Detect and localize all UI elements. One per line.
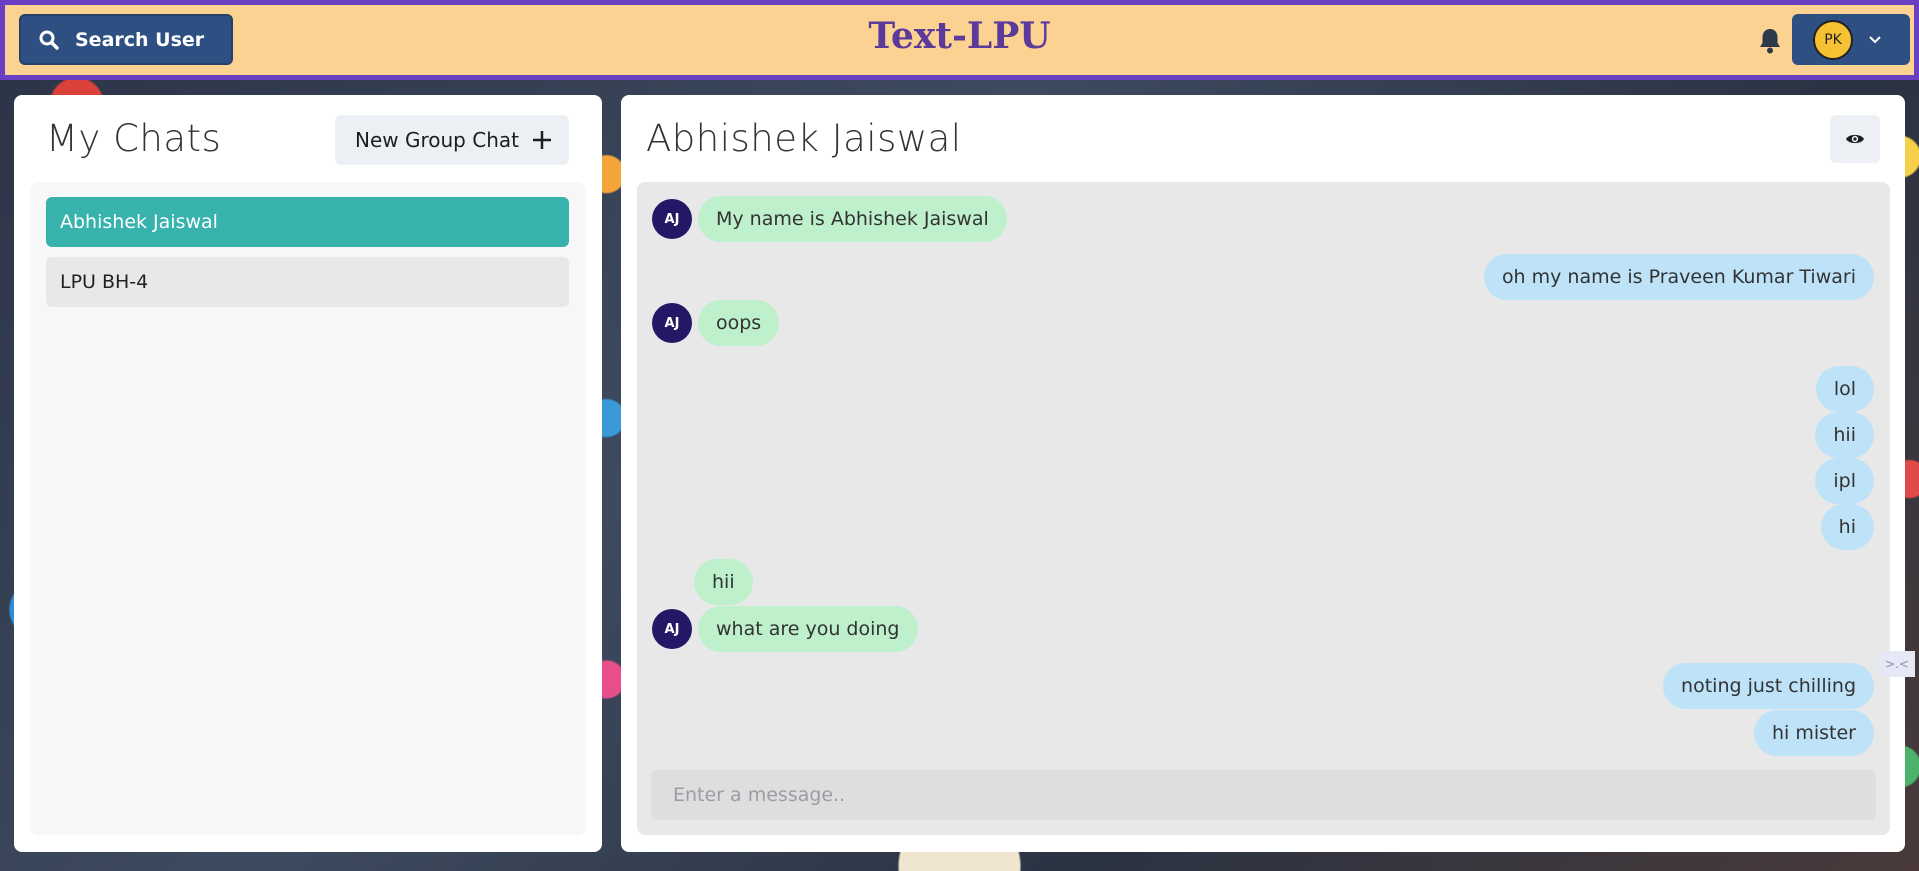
bell-icon[interactable] bbox=[1757, 27, 1783, 55]
message-row: ipl bbox=[637, 458, 1890, 504]
new-group-chat-button[interactable]: New Group Chat bbox=[335, 115, 569, 165]
chat-name: LPU BH-4 bbox=[60, 271, 149, 293]
message-bubble-outgoing: ipl bbox=[1815, 458, 1874, 504]
messages-area: AJ My name is Abhishek Jaiswal oh my nam… bbox=[637, 182, 1890, 835]
message-row: AJ My name is Abhishek Jaiswal bbox=[637, 196, 1890, 242]
new-group-chat-label: New Group Chat bbox=[355, 128, 519, 152]
my-chats-panel: My Chats New Group Chat Abhishek Jaiswal… bbox=[14, 95, 602, 852]
message-row: hi mister bbox=[637, 710, 1890, 756]
app-title: Text-LPU bbox=[868, 15, 1051, 57]
message-row: hi bbox=[637, 504, 1890, 550]
chat-list: Abhishek Jaiswal LPU BH-4 bbox=[30, 182, 586, 835]
message-input[interactable] bbox=[651, 770, 1876, 820]
message-row: noting just chilling bbox=[637, 663, 1890, 709]
chat-name: Abhishek Jaiswal bbox=[60, 211, 218, 233]
message-row: lol bbox=[637, 366, 1890, 412]
message-bubble-incoming: hii bbox=[694, 559, 753, 605]
chat-panel: Abhishek Jaiswal AJ My name is Abhishek … bbox=[621, 95, 1905, 852]
top-header: Search User Text-LPU PK bbox=[0, 0, 1919, 80]
avatar: AJ bbox=[652, 303, 692, 343]
my-chats-title: My Chats bbox=[46, 117, 222, 160]
message-bubble-incoming: My name is Abhishek Jaiswal bbox=[698, 196, 1007, 242]
code-handle-icon[interactable]: >.< bbox=[1879, 651, 1915, 677]
chat-title: Abhishek Jaiswal bbox=[646, 117, 962, 160]
plus-icon bbox=[532, 131, 551, 149]
message-bubble-outgoing: hi bbox=[1820, 504, 1874, 550]
message-bubble-outgoing: noting just chilling bbox=[1663, 663, 1874, 709]
view-profile-button[interactable] bbox=[1830, 115, 1880, 163]
message-bubble-outgoing: hi mister bbox=[1754, 710, 1874, 756]
message-bubble-outgoing: lol bbox=[1815, 366, 1874, 412]
message-bubble-outgoing: oh my name is Praveen Kumar Tiwari bbox=[1483, 254, 1874, 300]
avatar: AJ bbox=[652, 609, 692, 649]
profile-menu-button[interactable]: PK bbox=[1792, 14, 1910, 65]
avatar: PK bbox=[1813, 19, 1853, 60]
message-row: oh my name is Praveen Kumar Tiwari bbox=[637, 254, 1890, 300]
eye-icon bbox=[1846, 134, 1864, 144]
avatar: AJ bbox=[652, 199, 692, 239]
message-row: hii bbox=[637, 559, 1890, 605]
message-row: hii bbox=[637, 412, 1890, 458]
chevron-down-icon bbox=[1869, 35, 1881, 43]
message-bubble-incoming: oops bbox=[698, 300, 780, 346]
chat-list-item-lpu-bh-4[interactable]: LPU BH-4 bbox=[46, 257, 569, 307]
message-row: AJ oops bbox=[637, 300, 1890, 346]
message-bubble-incoming: what are you doing bbox=[698, 606, 918, 652]
message-row: AJ what are you doing bbox=[637, 606, 1890, 652]
message-bubble-outgoing: hii bbox=[1815, 412, 1874, 458]
chat-list-item-abhishek-jaiswal[interactable]: Abhishek Jaiswal bbox=[46, 197, 569, 247]
